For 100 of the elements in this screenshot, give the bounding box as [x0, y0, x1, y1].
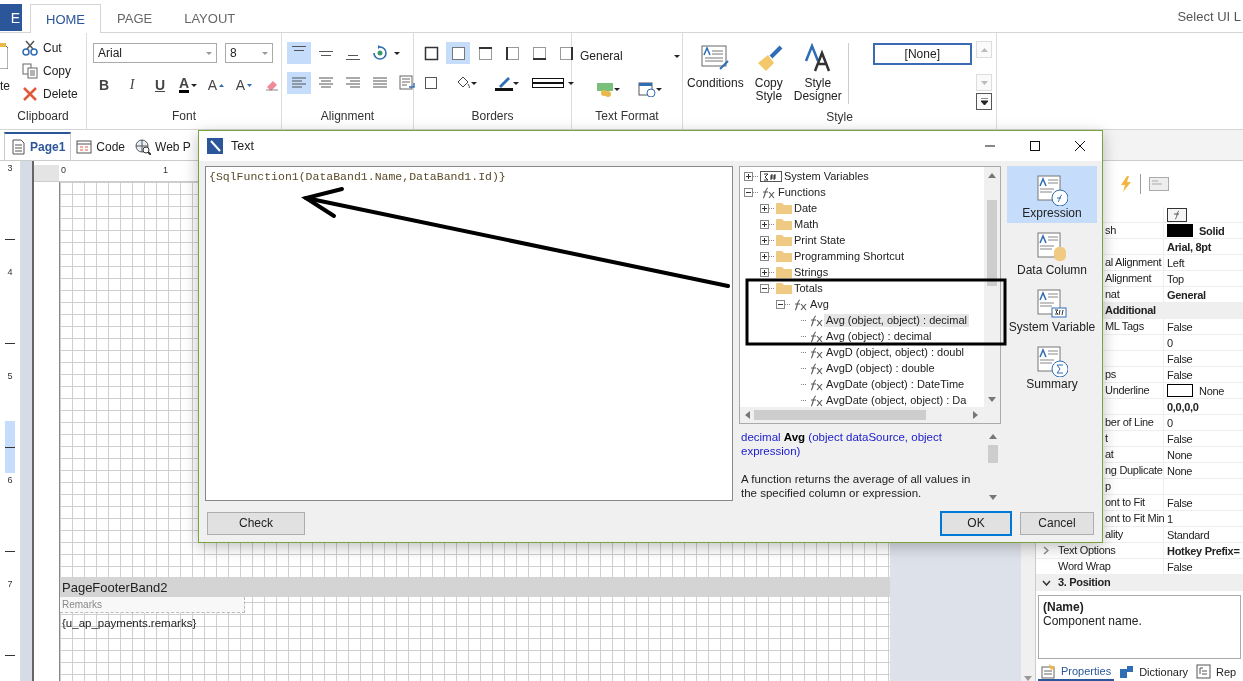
file-tab[interactable]: E: [0, 4, 22, 31]
collapse-icon[interactable]: [744, 187, 753, 197]
cut-button[interactable]: Cut: [20, 37, 80, 58]
property-value[interactable]: False: [1167, 432, 1193, 445]
designer-tab[interactable]: Page1: [4, 132, 72, 160]
fx-button-icon[interactable]: [1167, 207, 1187, 222]
property-value[interactable]: Solid: [1199, 224, 1225, 237]
expand-icon[interactable]: [744, 171, 753, 181]
property-value[interactable]: None: [1167, 464, 1193, 477]
tree-item[interactable]: AvgD (object, object) : doubl: [824, 345, 966, 359]
ok-button[interactable]: OK: [940, 510, 1012, 536]
scrollbar[interactable]: [740, 407, 1000, 423]
delete-button[interactable]: Delete: [20, 83, 80, 104]
caret-icon: [262, 51, 268, 55]
language-selector[interactable]: Select UI L: [1177, 8, 1241, 24]
expand-icon[interactable]: [760, 251, 769, 261]
shrink-font-button[interactable]: A: [233, 73, 255, 97]
bold-button[interactable]: B: [93, 73, 115, 97]
expand-icon[interactable]: [760, 267, 769, 277]
designer-tab[interactable]: Code: [71, 132, 131, 160]
scrollbar-thumb[interactable]: [988, 445, 998, 463]
panel-tab[interactable]: Dictionary: [1116, 663, 1192, 681]
tree-item[interactable]: AvgDate (object) : DateTime: [824, 377, 967, 391]
property-value[interactable]: Hotkey Prefix=: [1167, 544, 1240, 557]
font-size-field[interactable]: 8: [225, 43, 273, 63]
mode-button[interactable]: Expression: [1007, 166, 1097, 223]
tree-item[interactable]: Avg: [808, 297, 831, 311]
property-value[interactable]: 0: [1167, 336, 1173, 349]
property-name: at: [1105, 448, 1114, 460]
scrollbar[interactable]: [984, 167, 1000, 407]
conditions-button[interactable]: Conditions: [687, 37, 744, 110]
property-value[interactable]: 0,0,0,0: [1167, 400, 1199, 413]
scroll-right-icon: [973, 411, 978, 419]
property-value[interactable]: Standard: [1167, 528, 1210, 541]
tree-item[interactable]: Programming Shortcut: [792, 249, 907, 263]
property-value[interactable]: General: [1167, 288, 1206, 301]
property-value[interactable]: None: [1167, 448, 1193, 461]
font-color-button[interactable]: A: [177, 73, 199, 97]
copy-style-button[interactable]: Copy Style: [747, 37, 790, 110]
property-value[interactable]: 0: [1167, 416, 1173, 429]
scroll-down-icon: [989, 495, 997, 500]
paste-button[interactable]: te: [0, 37, 14, 109]
ribbon-tab[interactable]: LAYOUT: [168, 4, 252, 32]
panel-tab[interactable]: Rep: [1193, 663, 1240, 681]
tree-item[interactable]: System Variables: [782, 169, 871, 183]
panel-tab[interactable]: Properties: [1038, 663, 1115, 681]
tree-item[interactable]: Print State: [792, 233, 848, 247]
scissors-icon: [22, 39, 38, 56]
tree-item[interactable]: Date: [792, 201, 820, 215]
italic-button[interactable]: I: [121, 73, 143, 97]
collapse-icon[interactable]: [760, 283, 769, 293]
property-value[interactable]: False: [1167, 560, 1193, 573]
property-value[interactable]: Left: [1167, 256, 1185, 269]
expand-icon[interactable]: [760, 219, 769, 229]
designer-tab[interactable]: Web P: [130, 132, 196, 160]
tree-item[interactable]: Totals: [792, 281, 825, 295]
money-icon: [596, 81, 614, 97]
property-value[interactable]: False: [1167, 496, 1193, 509]
expand-icon[interactable]: [760, 235, 769, 245]
property-value[interactable]: None: [1199, 384, 1225, 397]
ribbon-tab[interactable]: HOME: [30, 4, 101, 33]
mode-button[interactable]: System Variable: [1007, 280, 1097, 337]
border-top-icon: [477, 45, 493, 61]
format-dropdown[interactable]: General: [576, 45, 680, 67]
cancel-button[interactable]: Cancel: [1020, 511, 1094, 535]
scrollbar-thumb[interactable]: [753, 410, 926, 420]
property-value[interactable]: False: [1167, 352, 1193, 365]
tree-item[interactable]: Avg (object) : decimal: [824, 329, 934, 343]
style-designer-button[interactable]: Style Designer: [793, 37, 842, 110]
align-top-button[interactable]: [287, 42, 311, 64]
tree-item[interactable]: Avg (object, object) : decimal: [824, 313, 970, 327]
expand-chevron-icon[interactable]: [1043, 546, 1049, 555]
scroll-up-icon: [988, 173, 996, 178]
more-styles-button[interactable]: [976, 93, 992, 110]
tree-item[interactable]: Strings: [792, 265, 831, 279]
style-list-item[interactable]: [None]: [872, 43, 972, 65]
property-value[interactable]: 1: [1167, 512, 1173, 525]
font-family-field[interactable]: Arial: [93, 43, 217, 63]
expand-icon[interactable]: [760, 203, 769, 213]
collapse-icon[interactable]: [776, 299, 785, 309]
property-value[interactable]: Arial, 8pt: [1167, 240, 1212, 253]
copy-button[interactable]: Copy: [20, 60, 80, 81]
ribbon-tab[interactable]: PAGE: [101, 4, 169, 32]
tree-item[interactable]: AvgDate (object, object) : Da: [824, 393, 969, 407]
mode-button[interactable]: Summary: [1007, 337, 1097, 394]
function-icon: [808, 377, 824, 391]
border-none-button[interactable]: [446, 42, 470, 64]
tree-item[interactable]: Functions: [776, 185, 828, 199]
underline-button[interactable]: U: [149, 73, 171, 97]
collapse-chevron-icon[interactable]: [1041, 579, 1051, 586]
tree-item[interactable]: Math: [792, 217, 821, 231]
property-value[interactable]: False: [1167, 368, 1193, 381]
tree-item[interactable]: AvgD (object) : double: [824, 361, 937, 375]
check-button[interactable]: Check: [207, 511, 305, 535]
scrollbar-thumb[interactable]: [987, 200, 997, 286]
property-value[interactable]: Top: [1167, 272, 1184, 285]
expression-editor[interactable]: {SqlFunction1(DataBand1.Name,DataBand1.Id)}: [205, 166, 733, 501]
property-value[interactable]: False: [1167, 320, 1193, 333]
mode-button[interactable]: Data Column: [1007, 223, 1097, 280]
grow-font-button[interactable]: A: [205, 73, 227, 97]
